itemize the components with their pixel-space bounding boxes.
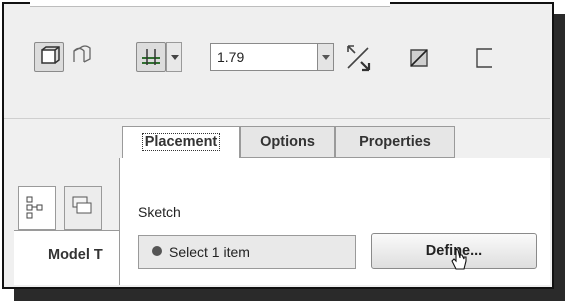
blind-depth-icon [142,49,160,65]
surface-extrude-button[interactable] [68,42,98,72]
thicken-sketch-icon [476,48,492,68]
collector-status-dot [152,246,162,256]
flip-direction-icon [347,45,371,72]
remove-material-icon [410,49,428,67]
layers-icon [72,196,92,214]
tab-options[interactable]: Options [240,126,335,158]
solid-extrude-icon [41,46,60,64]
solid-extrude-button[interactable] [34,42,64,72]
surface-extrude-icon [73,45,91,63]
depth-value-dropdown[interactable] [318,43,334,71]
sketch-section-label: Sketch [138,204,181,220]
tab-label: Options [260,134,315,150]
tab-label: Placement [141,133,221,151]
mouse-cursor-icon [451,248,467,270]
thicken-sketch-button[interactable] [470,44,500,74]
remove-material-button[interactable] [405,44,435,74]
top-strip [30,0,390,7]
flip-direction-button[interactable] [342,42,372,72]
sketch-collector[interactable]: Select 1 item [138,235,356,269]
model-tree-icon [26,196,43,219]
model-tree-label: Model T [48,247,103,263]
model-tree-tab[interactable] [18,186,56,230]
tab-label: Properties [359,134,431,150]
tab-placement[interactable]: Placement [122,126,240,159]
toolbar-separator [4,118,550,119]
depth-option-button[interactable] [136,42,166,72]
layers-tab[interactable] [64,186,102,230]
depth-option-dropdown[interactable] [166,42,182,72]
depth-value-input[interactable]: 1.79 [210,43,318,71]
tab-properties[interactable]: Properties [335,126,455,158]
